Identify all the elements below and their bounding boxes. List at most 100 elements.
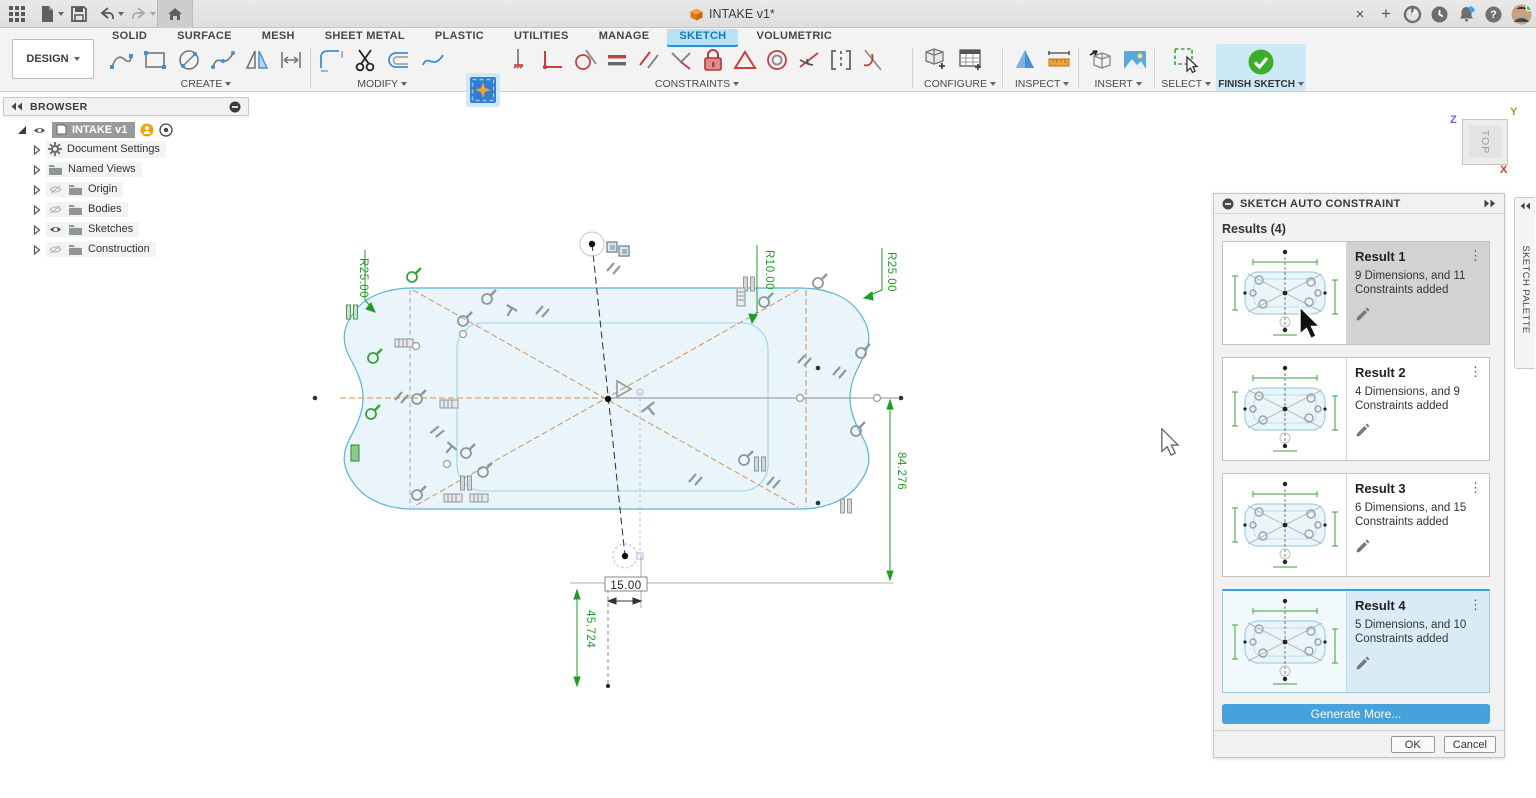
collinear-constraint-button[interactable] [796, 47, 822, 73]
new-tab-button[interactable]: + [1377, 4, 1395, 24]
fix-constraint-button[interactable] [700, 47, 726, 73]
curvature-constraint-button[interactable] [860, 47, 886, 73]
tab-mesh[interactable]: MESH [250, 29, 307, 45]
browser-item-construction[interactable]: Construction [33, 240, 249, 259]
card-menu-icon[interactable] [1469, 364, 1482, 380]
viewcube-face-top[interactable]: TOP [1462, 119, 1508, 165]
tangent-constraint-button[interactable] [572, 47, 598, 73]
finish-sketch-button[interactable]: FINISH SKETCH [1216, 44, 1306, 91]
file-menu-icon[interactable] [38, 5, 56, 23]
job-status-icon[interactable] [1403, 5, 1422, 24]
eye-icon[interactable] [32, 125, 47, 136]
perpendicular-constraint-button[interactable] [668, 47, 694, 73]
result-card-2[interactable]: Result 2 4 Dimensions, and 9 Constraints… [1222, 357, 1490, 461]
app-grid-icon[interactable] [8, 5, 26, 23]
fillet-tool-button[interactable] [318, 47, 344, 73]
midpoint-constraint-button[interactable] [732, 47, 758, 73]
circle-tool-button[interactable] [176, 47, 202, 73]
browser-item-bodies[interactable]: Bodies [33, 200, 249, 219]
dimension-R2500[interactable]: R25.00 [357, 258, 369, 298]
home-tab[interactable] [157, 0, 193, 28]
dimension-R2500[interactable]: R25.00 [885, 252, 897, 292]
mirror-tool-button[interactable] [244, 47, 270, 73]
create-label[interactable]: CREATE [181, 78, 223, 90]
expand-caret-icon[interactable] [33, 165, 41, 175]
edit-pencil-icon[interactable] [1355, 422, 1371, 438]
generate-more-button[interactable]: Generate More... [1222, 704, 1490, 724]
trim-tool-button[interactable] [352, 47, 378, 73]
inspect-analysis-button[interactable] [1012, 47, 1038, 73]
history-clock-icon[interactable] [1430, 5, 1449, 24]
equal-constraint-button[interactable] [604, 47, 630, 73]
browser-item-named-views[interactable]: Named Views [33, 160, 249, 179]
rectangle-tool-button[interactable] [142, 47, 168, 73]
coincident-constraint-button[interactable] [508, 47, 534, 73]
file-menu-caret-icon[interactable] [58, 12, 64, 16]
center-point[interactable] [605, 396, 611, 402]
break-tool-button[interactable] [420, 47, 446, 73]
insert-label[interactable]: INSERT [1094, 78, 1132, 90]
expand-caret-icon[interactable] [33, 225, 41, 235]
offset-tool-button[interactable] [386, 47, 412, 73]
insert-image-button[interactable] [1122, 47, 1148, 73]
modify-label[interactable]: MODIFY [357, 78, 398, 90]
tab-surface[interactable]: SURFACE [165, 29, 244, 45]
undo-icon[interactable] [98, 5, 116, 23]
dialog-collapse-icon[interactable] [1222, 198, 1234, 210]
tab-manage[interactable]: MANAGE [587, 29, 662, 45]
browser-item-sketches[interactable]: Sketches [33, 220, 249, 239]
redo-icon[interactable] [130, 5, 148, 23]
dimension-R1000[interactable]: R10.00 [763, 250, 775, 290]
edit-pencil-icon[interactable] [1355, 538, 1371, 554]
insert-component-button[interactable] [1088, 47, 1114, 73]
save-icon[interactable] [70, 5, 88, 23]
activate-radio-icon[interactable] [159, 123, 173, 137]
parallel-constraint-button[interactable] [636, 47, 662, 73]
avatar[interactable] [1511, 4, 1532, 25]
viewcube[interactable]: TOP Z Y X [1448, 108, 1528, 178]
constraints-label[interactable]: CONSTRAINTS [655, 78, 730, 90]
tab-volumetric[interactable]: VOLUMETRIC [744, 29, 844, 45]
tab-utilities[interactable]: UTILITIES [502, 29, 581, 45]
browser-options-icon[interactable] [229, 101, 241, 113]
browser-item-origin[interactable]: Origin [33, 180, 249, 199]
browser-root-row[interactable]: INTAKE v1 [17, 122, 249, 138]
browser-item-root[interactable]: INTAKE v1 [52, 122, 135, 138]
tab-plastic[interactable]: PLASTIC [423, 29, 496, 45]
eye-icon[interactable] [48, 224, 63, 235]
concentric-constraint-button[interactable] [764, 47, 790, 73]
configure-cube-button[interactable] [924, 47, 950, 73]
undo-caret-icon[interactable] [118, 12, 124, 16]
expand-caret-icon[interactable] [33, 145, 41, 155]
line-tool-button[interactable] [108, 47, 134, 73]
card-menu-icon[interactable] [1469, 597, 1482, 613]
horizontal-vertical-constraint-button[interactable] [540, 47, 566, 73]
sketch-palette-tab[interactable]: SKETCH PALETTE [1514, 197, 1535, 369]
card-menu-icon[interactable] [1469, 248, 1482, 264]
expand-palette-icon[interactable] [1520, 202, 1531, 210]
bottom-point[interactable] [622, 553, 628, 559]
notifications-bell-icon[interactable] [1457, 5, 1476, 24]
dimension-45724[interactable]: 45.724 [584, 610, 596, 648]
eye-off-icon[interactable] [48, 244, 63, 255]
card-menu-icon[interactable] [1469, 480, 1482, 496]
measure-button[interactable] [1046, 47, 1072, 73]
eye-off-icon[interactable] [48, 204, 63, 215]
symmetry-constraint-button[interactable] [828, 47, 854, 73]
tab-sketch[interactable]: SKETCH [667, 29, 738, 45]
tab-sheet-metal[interactable]: SHEET METAL [313, 29, 417, 45]
eye-off-icon[interactable] [48, 184, 63, 195]
expand-caret-icon[interactable] [33, 205, 41, 215]
dimension-84276[interactable]: 84.276 [895, 452, 907, 490]
dialog-header[interactable]: SKETCH AUTO CONSTRAINT [1214, 194, 1504, 214]
result-card-3[interactable]: Result 3 6 Dimensions, and 15 Constraint… [1222, 473, 1490, 577]
tab-solid[interactable]: SOLID [100, 29, 159, 45]
workspace-selector[interactable]: DESIGN [12, 39, 94, 79]
browser-item-document-settings[interactable]: Document Settings [33, 140, 249, 159]
dimension-tool-button[interactable] [278, 47, 304, 73]
dimension-1500[interactable]: 15.00 [605, 577, 647, 592]
undock-panel-icon[interactable] [1484, 199, 1496, 208]
select-label[interactable]: SELECT [1161, 78, 1202, 90]
redo-caret-icon[interactable] [150, 12, 156, 16]
expand-caret-icon[interactable] [33, 185, 41, 195]
